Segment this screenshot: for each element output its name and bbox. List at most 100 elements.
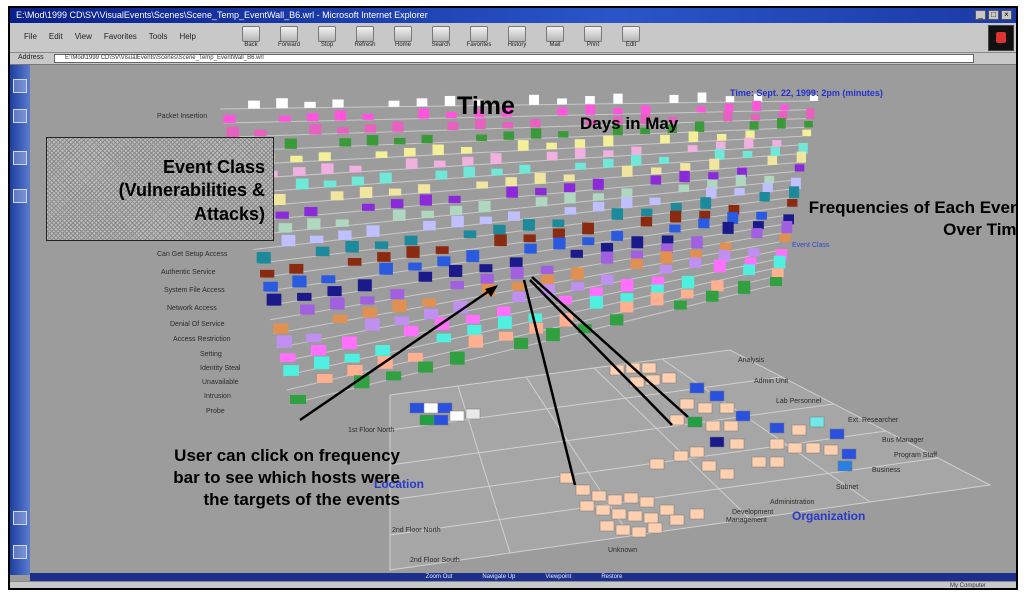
frequency-bar[interactable] <box>764 175 775 184</box>
frequency-bar[interactable] <box>750 114 760 121</box>
frequency-bar[interactable] <box>405 158 418 169</box>
frequency-bar[interactable] <box>759 191 770 202</box>
frequency-bar[interactable] <box>284 138 297 149</box>
frequency-bar[interactable] <box>421 134 433 144</box>
frequency-bar[interactable] <box>661 235 674 244</box>
frequency-bar[interactable] <box>497 316 512 329</box>
frequency-bar[interactable] <box>451 215 464 228</box>
frequency-bar[interactable] <box>530 128 542 139</box>
frequency-bar[interactable] <box>669 224 681 233</box>
frequency-bar[interactable] <box>592 193 605 201</box>
frequency-bar[interactable] <box>359 186 373 198</box>
frequency-bar[interactable] <box>680 289 694 299</box>
frequency-bar[interactable] <box>297 292 312 301</box>
frequency-bar[interactable] <box>316 374 333 383</box>
frequency-bar[interactable] <box>432 144 444 156</box>
frequency-bar[interactable] <box>435 170 448 180</box>
frequency-bar[interactable] <box>386 371 402 381</box>
frequency-bar[interactable] <box>365 318 380 331</box>
frequency-bar[interactable] <box>574 148 586 159</box>
frequency-bar[interactable] <box>436 333 451 343</box>
frequency-bar[interactable] <box>493 224 506 235</box>
favorites-button[interactable]: Favorites <box>467 26 491 48</box>
frequency-bar[interactable] <box>620 301 634 313</box>
frequency-bar[interactable] <box>706 290 719 302</box>
frequency-bar[interactable] <box>557 98 567 105</box>
frequency-bar[interactable] <box>511 282 525 291</box>
frequency-bar[interactable] <box>687 145 698 152</box>
frequency-bar[interactable] <box>749 121 759 130</box>
frequency-bar[interactable] <box>510 266 524 279</box>
frequency-bar[interactable] <box>742 150 753 158</box>
frequency-bar[interactable] <box>621 165 633 177</box>
frequency-bar[interactable] <box>444 95 456 106</box>
frequency-bar[interactable] <box>651 167 662 175</box>
print-button[interactable]: Print <box>582 26 604 48</box>
frequency-bar[interactable] <box>804 121 813 128</box>
frequency-bar[interactable] <box>418 361 433 373</box>
frequency-bar[interactable] <box>335 219 349 227</box>
frequency-bar[interactable] <box>751 228 763 239</box>
frequency-bar[interactable] <box>289 263 304 274</box>
frequency-bar[interactable] <box>603 150 614 158</box>
frequency-bar[interactable] <box>771 268 784 278</box>
frequency-bar[interactable] <box>344 353 360 363</box>
frequency-bar[interactable] <box>272 193 286 205</box>
frequency-bar[interactable] <box>494 234 507 247</box>
frequency-bar[interactable] <box>379 262 393 275</box>
frequency-bar[interactable] <box>394 137 406 145</box>
frequency-bar[interactable] <box>650 292 664 306</box>
frequency-bar[interactable] <box>512 291 526 303</box>
frequency-bar[interactable] <box>505 177 517 187</box>
zoom-out-button[interactable]: Zoom Out <box>426 573 453 581</box>
frequency-bar[interactable] <box>772 140 782 147</box>
frequency-bar[interactable] <box>254 129 267 137</box>
frequency-bar[interactable] <box>434 160 446 168</box>
frequency-bar[interactable] <box>534 172 546 184</box>
frequency-bar[interactable] <box>476 134 487 141</box>
frequency-bar[interactable] <box>467 324 482 336</box>
frequency-bar[interactable] <box>546 142 557 150</box>
frequency-bar[interactable] <box>309 235 324 244</box>
refresh-button[interactable]: Refresh <box>354 26 376 48</box>
forward-button[interactable]: Forward <box>278 26 300 48</box>
frequency-bar[interactable] <box>276 335 292 348</box>
frequency-bar[interactable] <box>563 183 576 193</box>
mail-button[interactable]: Mail <box>544 26 566 48</box>
frequency-bar[interactable] <box>450 351 465 365</box>
close-button[interactable]: × <box>1001 10 1012 20</box>
frequency-bar[interactable] <box>256 251 271 264</box>
menu-view[interactable]: View <box>75 32 92 41</box>
frequency-bar[interactable] <box>275 211 289 219</box>
frequency-bar[interactable] <box>794 164 805 172</box>
frequency-bar[interactable] <box>681 275 695 289</box>
frequency-bar[interactable] <box>351 176 365 186</box>
frequency-bar[interactable] <box>752 100 761 112</box>
frequency-bar[interactable] <box>738 280 751 294</box>
frequency-bar[interactable] <box>423 220 436 231</box>
frequency-bar[interactable] <box>375 151 388 158</box>
frequency-bar[interactable] <box>734 188 745 196</box>
frequency-bar[interactable] <box>631 236 644 249</box>
navigate-up-button[interactable]: Navigate Up <box>482 573 515 581</box>
frequency-bar[interactable] <box>517 140 529 151</box>
frequency-bar[interactable] <box>651 276 665 286</box>
frequency-bar[interactable] <box>600 274 614 286</box>
frequency-bar[interactable] <box>392 121 404 132</box>
frequency-bar[interactable] <box>309 124 322 135</box>
frequency-bar[interactable] <box>478 200 491 213</box>
frequency-bar[interactable] <box>327 286 342 297</box>
frequency-bar[interactable] <box>375 345 391 356</box>
frequency-bar[interactable] <box>709 158 720 170</box>
frequency-bar[interactable] <box>773 255 786 269</box>
frequency-bar[interactable] <box>522 219 535 231</box>
minimize-button[interactable]: _ <box>975 10 986 20</box>
frequency-bar[interactable] <box>658 156 670 164</box>
frequency-bar[interactable] <box>345 241 359 253</box>
frequency-bar[interactable] <box>321 163 334 175</box>
frequency-bar[interactable] <box>649 197 661 205</box>
frequency-bar[interactable] <box>506 186 518 198</box>
frequency-bar[interactable] <box>362 113 374 120</box>
turn-icon[interactable] <box>13 151 27 165</box>
frequency-bar[interactable] <box>631 250 644 259</box>
